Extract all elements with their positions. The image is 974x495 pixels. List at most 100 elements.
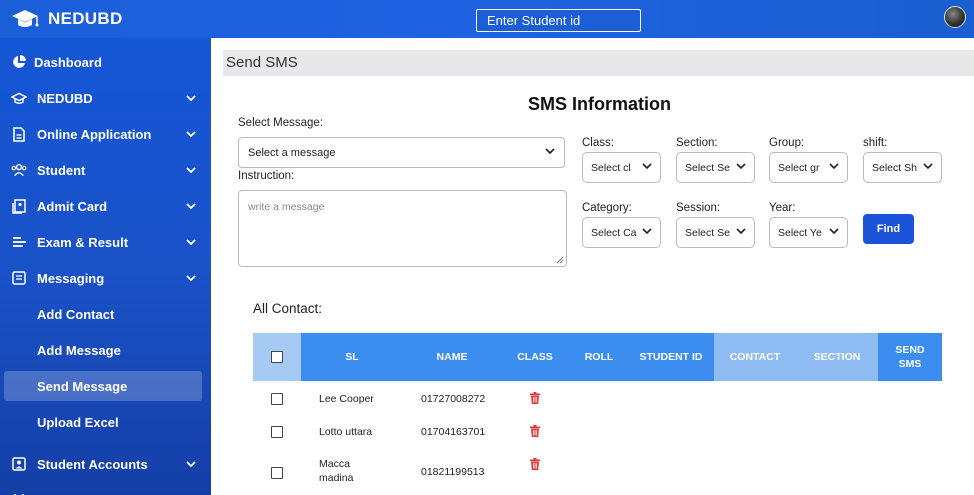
session-label: Session:: [676, 202, 721, 214]
page-header: Send SMS: [223, 50, 974, 76]
column-header-class[interactable]: CLASS: [501, 333, 569, 381]
shift-select[interactable]: Select Sh: [863, 152, 942, 183]
chevron-down-icon: [923, 163, 933, 170]
document-icon: [11, 126, 27, 142]
select-message-value: Select a message: [248, 147, 336, 159]
column-header-roll[interactable]: ROLL: [569, 333, 629, 381]
sidebar-item-messaging[interactable]: Messaging: [0, 260, 211, 296]
sidebar-item-exam-result[interactable]: Exam & Result: [0, 224, 211, 260]
student-id-search-input[interactable]: [476, 9, 641, 32]
sidebar-item-label: Exam & Result: [37, 234, 129, 250]
group-label: Group:: [769, 137, 805, 149]
section-select-value: Select Se: [685, 162, 730, 174]
chevron-down-icon: [184, 199, 198, 213]
sidebar-item-online-application[interactable]: Online Application: [0, 116, 211, 152]
year-label: Year:: [769, 202, 796, 214]
table-row: Lotto uttara 01704163701: [253, 416, 942, 446]
row-checkbox[interactable]: [271, 426, 283, 438]
resize-handle-icon[interactable]: [556, 256, 564, 264]
row-phone: 01704163701: [421, 426, 486, 438]
sidebar-item-label: Online Application: [37, 126, 152, 142]
column-header-section[interactable]: SECTION: [796, 333, 878, 381]
select-message-label: Select Message:: [238, 117, 324, 129]
chevron-down-icon: [184, 91, 198, 105]
column-header-sl[interactable]: SL: [301, 333, 403, 381]
sidebar-subitem-send-message[interactable]: Send Message: [4, 371, 202, 401]
brand[interactable]: NEDUBD: [10, 6, 123, 32]
sidebar-subitem-add-message[interactable]: Add Message: [4, 335, 202, 365]
sidebar-item-label: Student: [37, 162, 86, 178]
category-select[interactable]: Select Ca: [582, 217, 661, 248]
users-icon: [11, 162, 27, 178]
column-header-contact[interactable]: CONTACT: [714, 333, 796, 381]
page-title: Send SMS: [226, 54, 298, 71]
row-name: Lee Cooper: [319, 393, 374, 405]
table-header: SL NAME CLASS ROLL STUDENT ID CONTACT SE…: [253, 333, 942, 381]
group-select-value: Select gr: [778, 162, 820, 174]
chevron-down-icon: [545, 148, 555, 155]
sidebar-item-student[interactable]: Student: [0, 152, 211, 188]
table-row: Macca madina 01821199513: [253, 450, 942, 490]
sidebar-subitem-label: Upload Excel: [37, 414, 119, 430]
row-checkbox[interactable]: [271, 467, 283, 479]
card-icon: [11, 198, 27, 214]
chevron-down-icon: [642, 228, 652, 235]
sidebar-item-label: NEDUBD: [37, 90, 93, 106]
sidebar-item-label: Admit Card: [37, 198, 108, 214]
instruction-placeholder: write a message: [248, 201, 325, 213]
column-header-student-id[interactable]: STUDENT ID: [639, 333, 703, 381]
chevron-down-icon: [736, 228, 746, 235]
account-icon: [11, 456, 27, 472]
section-select[interactable]: Select Se: [676, 152, 755, 183]
session-select[interactable]: Select Se: [676, 217, 755, 248]
sidebar-item-student-accounts[interactable]: Student Accounts: [0, 446, 211, 482]
graduation-cap-icon: [12, 10, 39, 27]
chevron-down-icon: [184, 235, 198, 249]
find-button[interactable]: Find: [863, 214, 914, 244]
chevron-down-icon: [184, 271, 198, 285]
select-message-dropdown[interactable]: Select a message: [238, 137, 565, 168]
chevron-down-icon: [829, 163, 839, 170]
trash-icon[interactable]: [529, 425, 541, 437]
top-navbar: NEDUBD: [0, 0, 974, 38]
sidebar-item-admit-card[interactable]: Admit Card: [0, 188, 211, 224]
section-label: Section:: [676, 137, 718, 149]
sidebar-item-label: Messaging: [37, 270, 105, 286]
column-header-name[interactable]: NAME: [403, 333, 501, 381]
table-row: Lee Cooper 01727008272: [253, 383, 942, 413]
sidebar-subitem-add-contact[interactable]: Add Contact: [4, 299, 202, 329]
trash-icon[interactable]: [529, 392, 541, 404]
chevron-down-icon: [184, 457, 198, 471]
session-select-value: Select Se: [685, 227, 730, 239]
trash-icon[interactable]: [529, 458, 541, 470]
chevron-down-icon: [184, 163, 198, 177]
sidebar-subitem-label: Add Contact: [37, 306, 115, 322]
year-select[interactable]: Select Ye: [769, 217, 848, 248]
chevron-down-icon: [829, 228, 839, 235]
row-phone: 01821199513: [421, 466, 485, 478]
calendar-icon: [11, 489, 27, 495]
all-contact-label: All Contact:: [253, 301, 323, 316]
category-label: Category:: [582, 202, 632, 214]
row-checkbox[interactable]: [271, 393, 283, 405]
sidebar-subitem-label: Add Message: [37, 342, 121, 358]
group-select[interactable]: Select gr: [769, 152, 848, 183]
class-select-value: Select cl: [591, 162, 631, 174]
sidebar: Dashboard NEDUBD Online Application Stud…: [0, 38, 211, 495]
sidebar-item-nedubd[interactable]: NEDUBD: [0, 80, 211, 116]
sidebar-item-dashboard[interactable]: Dashboard: [0, 44, 211, 80]
column-header-send-sms[interactable]: SEND SMS: [884, 333, 936, 381]
category-select-value: Select Ca: [591, 227, 637, 239]
graduation-cap-icon: [11, 90, 27, 106]
instruction-textarea[interactable]: write a message: [238, 190, 567, 267]
message-icon: [11, 270, 27, 286]
sidebar-subitem-upload-excel[interactable]: Upload Excel: [4, 407, 202, 437]
shift-select-value: Select Sh: [872, 162, 917, 174]
class-label: Class:: [582, 137, 614, 149]
class-select[interactable]: Select cl: [582, 152, 661, 183]
avatar[interactable]: [944, 6, 966, 28]
row-name: Macca madina: [319, 458, 354, 484]
select-all-checkbox[interactable]: [271, 351, 283, 363]
brand-name: NEDUBD: [48, 9, 123, 28]
instruction-label: Instruction:: [238, 170, 295, 182]
